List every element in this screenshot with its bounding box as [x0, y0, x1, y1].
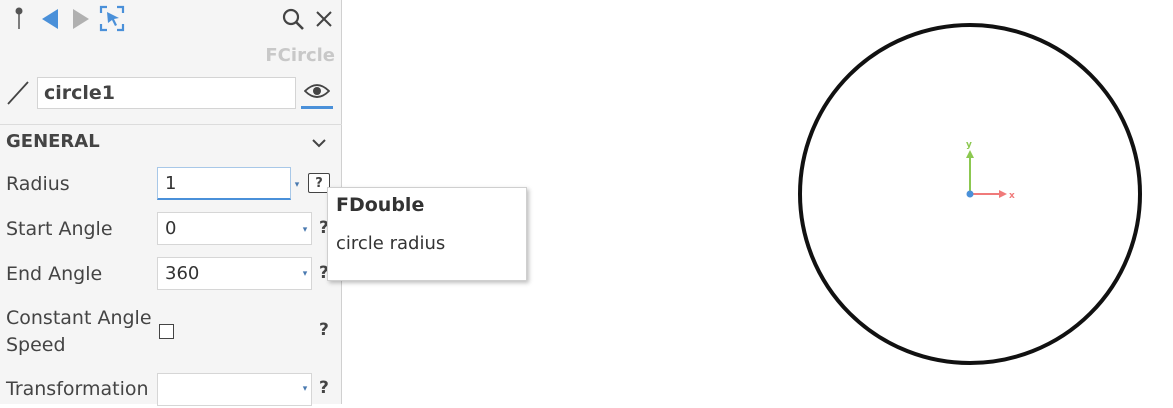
- constant-angle-speed-checkbox[interactable]: [159, 324, 174, 339]
- end-angle-input[interactable]: [157, 257, 312, 290]
- axis-y-label: y: [966, 140, 972, 150]
- end-angle-spinner[interactable]: ▾: [300, 269, 310, 279]
- axis-x-label: x: [1009, 191, 1015, 201]
- forward-arrow-icon[interactable]: [71, 7, 91, 31]
- eye-icon: [304, 84, 330, 98]
- close-icon[interactable]: [314, 8, 334, 30]
- chevron-down-icon[interactable]: [310, 135, 328, 151]
- pin-icon[interactable]: [10, 6, 28, 32]
- back-arrow-icon[interactable]: [40, 7, 60, 31]
- radius-input[interactable]: [157, 167, 291, 200]
- constant-angle-speed-help-button[interactable]: ?: [319, 320, 329, 340]
- search-icon[interactable]: [280, 6, 306, 32]
- transformation-label: Transformation: [6, 378, 149, 400]
- object-name-row: [0, 75, 342, 111]
- start-angle-label: Start Angle: [6, 218, 113, 240]
- constant-angle-speed-label-line2: Speed: [6, 334, 66, 356]
- radius-label: Radius: [6, 173, 70, 195]
- object-class-label: FCircle: [265, 45, 335, 66]
- transformation-input[interactable]: [157, 373, 312, 406]
- constant-angle-speed-label: Constant Angle: [6, 307, 152, 329]
- section-title: GENERAL: [6, 131, 100, 152]
- properties-panel: FCircle GENERAL Radius ▾ ? Start Angle ▾…: [0, 0, 342, 406]
- start-angle-spinner[interactable]: ▾: [300, 225, 310, 235]
- general-section-header[interactable]: GENERAL: [0, 125, 342, 161]
- end-angle-label: End Angle: [6, 263, 103, 285]
- select-target-icon[interactable]: [99, 5, 125, 32]
- object-name-input[interactable]: [37, 77, 296, 109]
- radius-spinner[interactable]: ▾: [292, 180, 302, 190]
- viewport-canvas[interactable]: y x: [343, 0, 1173, 404]
- transformation-help-button[interactable]: ?: [319, 378, 329, 398]
- visibility-toggle-button[interactable]: [301, 76, 333, 109]
- origin-gizmo: y x: [966, 140, 1015, 201]
- start-angle-input[interactable]: [157, 212, 312, 245]
- line-object-icon: [6, 80, 30, 106]
- transformation-dropdown-arrow[interactable]: ▾: [300, 384, 310, 394]
